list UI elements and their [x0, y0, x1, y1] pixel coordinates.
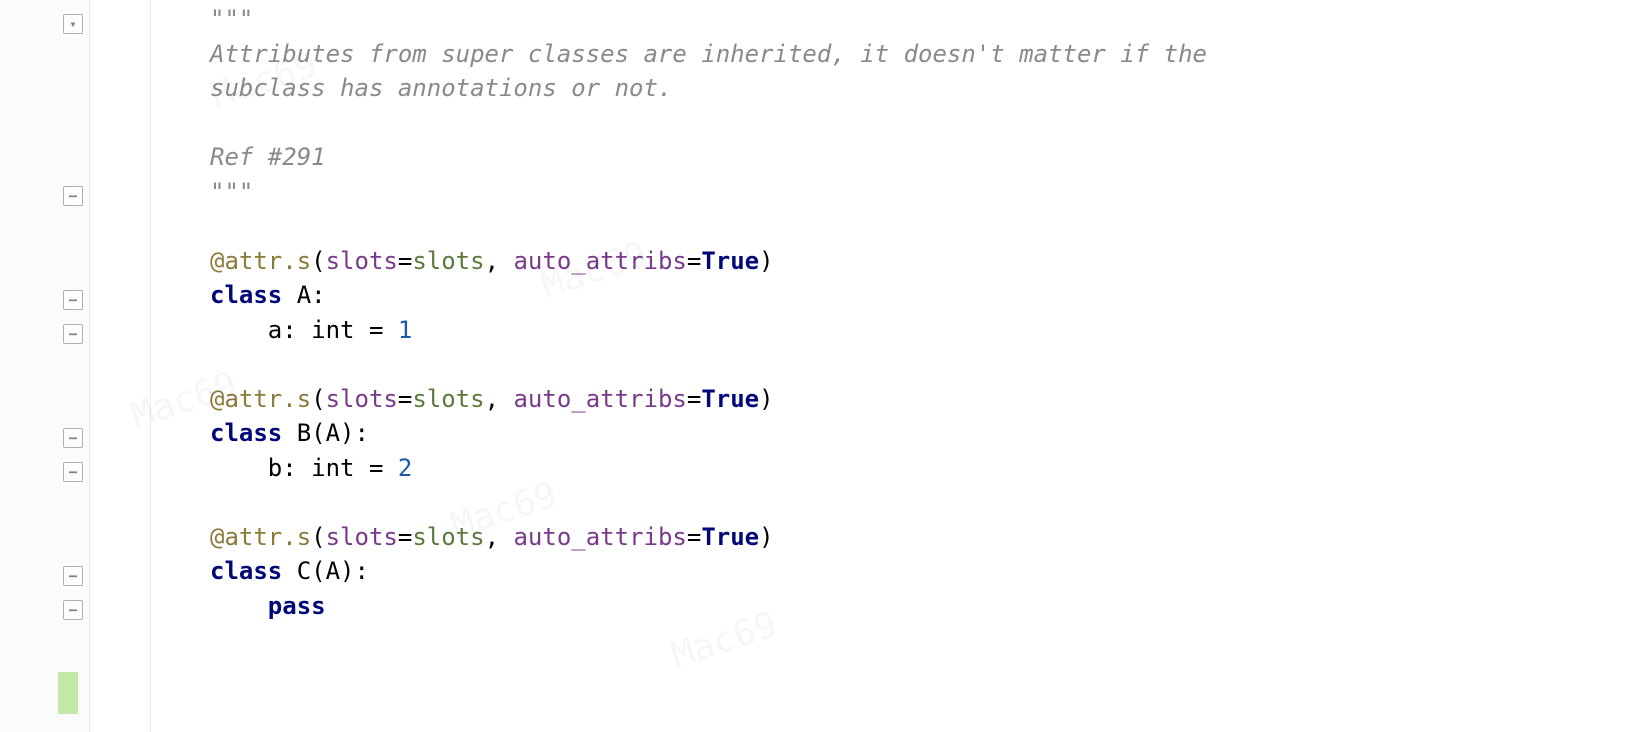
kw-class: class	[210, 557, 282, 585]
class-name-a: A	[297, 281, 311, 309]
paren-open: (	[311, 523, 325, 551]
fold-toggle-icon[interactable]	[63, 566, 83, 586]
fold-toggle-icon[interactable]	[63, 462, 83, 482]
comma: ,	[485, 385, 514, 413]
number-2: 2	[398, 454, 412, 482]
colon: :	[355, 419, 369, 447]
assign: =	[355, 454, 398, 482]
fold-toggle-icon[interactable]	[63, 600, 83, 620]
kwarg-slots: slots	[326, 523, 398, 551]
colon: :	[311, 281, 325, 309]
bool-true: True	[701, 247, 759, 275]
equals: =	[687, 523, 701, 551]
colon: :	[355, 557, 369, 585]
equals: =	[687, 385, 701, 413]
paren-close: )	[759, 385, 773, 413]
kwarg-slots: slots	[326, 247, 398, 275]
equals: =	[398, 247, 412, 275]
field-a: a	[268, 316, 282, 344]
paren-base-a: (A)	[311, 419, 354, 447]
decorator: @attr.s	[210, 523, 311, 551]
type-int: int	[311, 454, 354, 482]
kwarg-auto-attribs: auto_attribs	[513, 247, 686, 275]
vcs-change-marker[interactable]	[58, 672, 78, 714]
equals: =	[687, 247, 701, 275]
kw-class: class	[210, 281, 282, 309]
equals: =	[398, 523, 412, 551]
equals: =	[398, 385, 412, 413]
number-1: 1	[398, 316, 412, 344]
kwarg-slots: slots	[326, 385, 398, 413]
fold-toggle-icon[interactable]	[63, 186, 83, 206]
paren-open: (	[311, 385, 325, 413]
param-slots: slots	[412, 247, 484, 275]
class-name-c: C	[297, 557, 311, 585]
code-content[interactable]: """ Attributes from super classes are in…	[150, 0, 1632, 623]
comma: ,	[485, 523, 514, 551]
docstring-ref: Ref #291	[210, 143, 326, 171]
param-slots: slots	[412, 523, 484, 551]
kw-pass: pass	[268, 592, 326, 620]
class-name-b: B	[297, 419, 311, 447]
paren-close: )	[759, 247, 773, 275]
docstring-line: Attributes from super classes are inheri…	[210, 40, 1207, 68]
type-colon: :	[282, 316, 311, 344]
kwarg-auto-attribs: auto_attribs	[513, 523, 686, 551]
docstring-close: """	[210, 178, 253, 206]
paren-open: (	[311, 247, 325, 275]
fold-toggle-icon[interactable]	[63, 290, 83, 310]
kw-class: class	[210, 419, 282, 447]
indent-guide-line	[150, 0, 151, 732]
kwarg-auto-attribs: auto_attribs	[513, 385, 686, 413]
fold-toggle-icon[interactable]	[63, 324, 83, 344]
type-int: int	[311, 316, 354, 344]
paren-base-a: (A)	[311, 557, 354, 585]
editor-gutter	[0, 0, 90, 732]
decorator: @attr.s	[210, 385, 311, 413]
bool-true: True	[701, 523, 759, 551]
fold-toggle-icon[interactable]	[63, 428, 83, 448]
docstring-line: subclass has annotations or not.	[210, 74, 672, 102]
docstring-open: """	[210, 5, 253, 33]
assign: =	[355, 316, 398, 344]
bool-true: True	[701, 385, 759, 413]
field-b: b	[268, 454, 282, 482]
code-editor[interactable]: Mac69 Mac69 Mac69 Mac69 Mac69 """ Attrib…	[90, 0, 1632, 732]
fold-toggle-icon[interactable]	[63, 14, 83, 34]
paren-close: )	[759, 523, 773, 551]
param-slots: slots	[412, 385, 484, 413]
decorator: @attr.s	[210, 247, 311, 275]
comma: ,	[485, 247, 514, 275]
fold-column	[55, 0, 90, 732]
type-colon: :	[282, 454, 311, 482]
